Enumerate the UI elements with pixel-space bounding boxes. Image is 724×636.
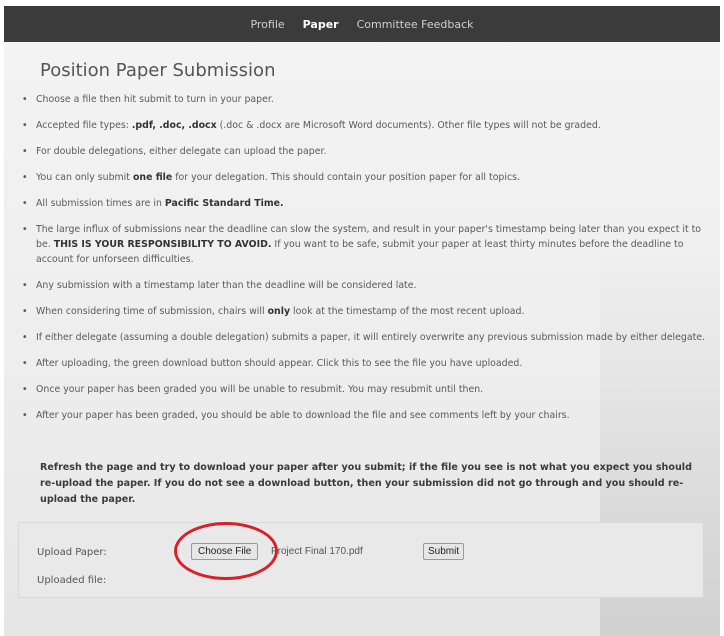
top-navbar: Profile Paper Committee Feedback xyxy=(4,6,720,42)
list-item: The large influx of submissions near the… xyxy=(22,222,706,267)
list-item: You can only submit one file for your de… xyxy=(22,170,706,185)
instructions-list: Choose a file then hit submit to turn in… xyxy=(22,92,706,434)
list-item: After your paper has been graded, you sh… xyxy=(22,408,706,423)
page-title: Position Paper Submission xyxy=(40,60,276,81)
list-item: Any submission with a timestamp later th… xyxy=(22,278,706,293)
page-frame: Profile Paper Committee Feedback Positio… xyxy=(4,6,720,636)
refresh-note: Refresh the page and try to download you… xyxy=(40,462,692,505)
list-item: When considering time of submission, cha… xyxy=(22,304,706,319)
nav-committee-feedback[interactable]: Committee Feedback xyxy=(357,18,474,31)
submit-button[interactable]: Submit xyxy=(423,543,465,560)
list-item: After uploading, the green download butt… xyxy=(22,356,706,371)
list-item: Choose a file then hit submit to turn in… xyxy=(22,92,706,107)
nav-paper[interactable]: Paper xyxy=(303,18,339,31)
uploaded-file-label: Uploaded file: xyxy=(37,575,107,586)
upload-panel: Upload Paper: Choose File Project Final … xyxy=(18,522,704,598)
list-item: If either delegate (assuming a double de… xyxy=(22,330,706,345)
list-item: For double delegations, either delegate … xyxy=(22,144,706,159)
list-item: All submission times are in Pacific Stan… xyxy=(22,196,706,211)
upload-paper-label: Upload Paper: xyxy=(37,547,107,558)
list-item: Once your paper has been graded you will… xyxy=(22,382,706,397)
nav-profile[interactable]: Profile xyxy=(250,18,284,31)
selected-file-name: Project Final 170.pdf xyxy=(271,546,363,557)
choose-file-button[interactable]: Choose File xyxy=(191,543,259,560)
list-item: Accepted file types: .pdf, .doc, .docx (… xyxy=(22,118,706,133)
